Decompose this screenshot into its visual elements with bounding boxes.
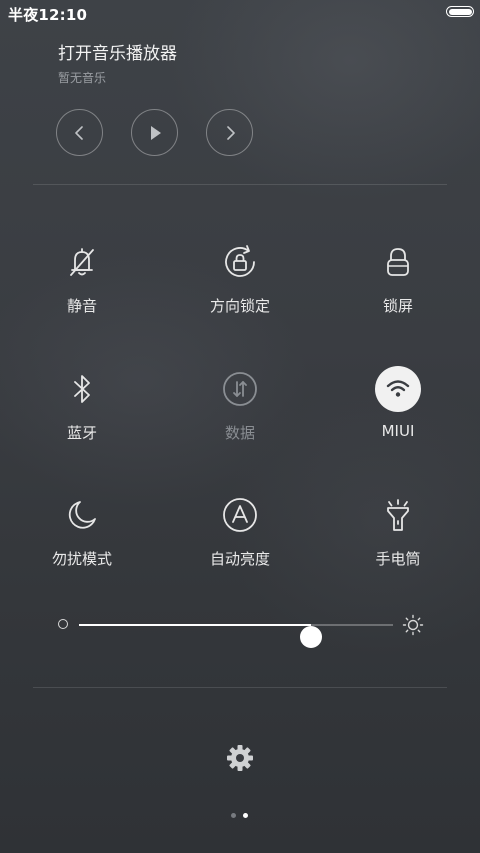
battery-level <box>448 8 472 15</box>
divider-top <box>33 184 447 185</box>
toggle-mute-label: 静音 <box>66 297 97 315</box>
toggle-auto-brightness-icon-wrap <box>217 492 263 538</box>
auto-brightness-icon <box>223 498 257 532</box>
music-title[interactable]: 打开音乐播放器 <box>58 44 438 64</box>
toggle-flashlight[interactable]: 手电筒 <box>333 492 463 582</box>
toggle-bluetooth-label: 蓝牙 <box>66 424 97 442</box>
toggle-rotation-lock-icon-wrap <box>217 239 263 285</box>
brightness-slider-fill <box>79 624 312 626</box>
settings-button[interactable] <box>223 741 257 775</box>
page-indicator <box>228 812 252 820</box>
brightness-low-icon <box>58 619 68 629</box>
next-button[interactable] <box>206 109 253 156</box>
toggle-mobile-data-label: 数据 <box>224 424 255 442</box>
toggle-mobile-data[interactable]: 数据 <box>175 366 305 456</box>
play-button[interactable] <box>131 109 178 156</box>
brightness-control <box>56 612 426 648</box>
toggle-rotation-lock[interactable]: 方向锁定 <box>175 239 305 329</box>
bluetooth-icon <box>74 375 90 403</box>
toggle-auto-brightness-label: 自动亮度 <box>209 550 270 568</box>
toggle-flashlight-icon-wrap <box>375 492 421 538</box>
bell-muted-icon <box>70 248 94 276</box>
music-player[interactable]: 打开音乐播放器 暂无音乐 <box>58 44 438 86</box>
toggle-lock-screen[interactable]: 锁屏 <box>333 239 463 329</box>
brightness-slider-thumb[interactable] <box>300 626 323 648</box>
toggle-lock-screen-icon-wrap <box>375 239 421 285</box>
lock-icon <box>387 248 409 276</box>
toggle-auto-brightness[interactable]: 自动亮度 <box>175 492 305 582</box>
music-subtitle: 暂无音乐 <box>58 71 107 85</box>
toggle-mute[interactable]: 静音 <box>17 239 147 329</box>
toggle-mute-icon-wrap <box>59 239 105 285</box>
divider-bottom <box>33 687 447 688</box>
mobile-data-icon <box>223 372 257 406</box>
battery-icon <box>446 6 474 17</box>
toggle-do-not-disturb-icon-wrap <box>59 492 105 538</box>
previous-icon <box>74 125 83 140</box>
rotation-lock-icon <box>225 245 255 277</box>
toggle-flashlight-label: 手电筒 <box>375 550 421 568</box>
toggle-do-not-disturb[interactable]: 勿扰模式 <box>17 492 147 582</box>
toggle-wifi-icon-wrap <box>375 366 421 412</box>
page-dot-1[interactable] <box>231 813 236 818</box>
play-icon <box>150 125 161 140</box>
toggle-lock-screen-label: 锁屏 <box>382 297 413 315</box>
wifi-icon <box>386 380 410 397</box>
next-icon <box>226 125 235 140</box>
toggle-mobile-data-icon-wrap <box>217 366 263 412</box>
toggle-rotation-lock-label: 方向锁定 <box>209 297 270 315</box>
brightness-slider[interactable] <box>79 624 393 648</box>
flashlight-icon <box>387 499 409 531</box>
toggle-wifi[interactable]: MIUI <box>333 366 463 456</box>
moon-icon <box>68 501 96 529</box>
media-controls <box>56 109 276 159</box>
toggle-bluetooth-icon-wrap <box>59 366 105 412</box>
page-dot-2[interactable] <box>243 813 248 818</box>
brightness-high-icon <box>402 614 424 636</box>
toggle-wifi-label: MIUI <box>381 422 415 440</box>
toggle-bluetooth[interactable]: 蓝牙 <box>17 366 147 456</box>
status-bar: 半夜12:10 <box>0 0 480 26</box>
status-time: 半夜12:10 <box>8 6 88 24</box>
gear-icon <box>227 745 253 771</box>
previous-button[interactable] <box>56 109 103 156</box>
toggle-do-not-disturb-label: 勿扰模式 <box>51 550 112 568</box>
